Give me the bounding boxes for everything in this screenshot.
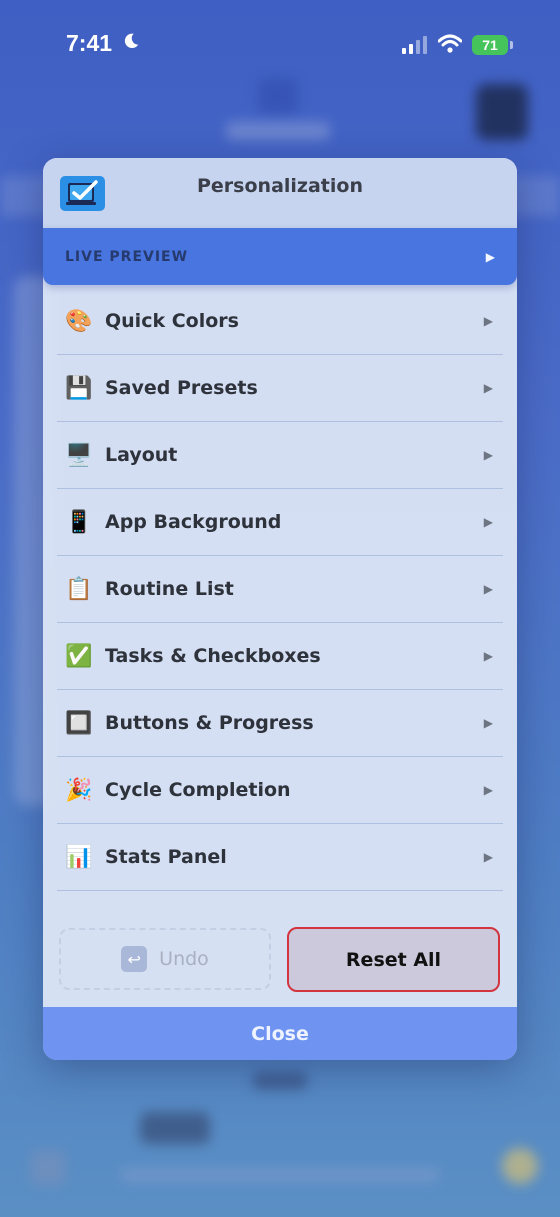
- status-bar: 7:41 71: [0, 0, 560, 90]
- chevron-right-icon: ▶: [483, 448, 493, 462]
- close-button[interactable]: Close: [43, 1007, 517, 1060]
- menu-item-cycle-completion[interactable]: 🎉 Cycle Completion ▶: [57, 757, 503, 824]
- palette-icon: 🎨: [65, 308, 93, 334]
- wifi-icon: [438, 34, 462, 53]
- square-button-icon: 🔲: [65, 710, 93, 736]
- chevron-right-icon: ▶: [483, 850, 493, 864]
- menu-item-buttons-progress[interactable]: 🔲 Buttons & Progress ▶: [57, 690, 503, 757]
- menu-item-app-background[interactable]: 📱 App Background ▶: [57, 489, 503, 556]
- menu-item-label: Saved Presets: [105, 377, 258, 399]
- battery-indicator: 71: [472, 35, 513, 55]
- background-moon-icon: [502, 1148, 538, 1184]
- cellular-signal-icon: [402, 36, 427, 54]
- undo-button[interactable]: ↩ Undo: [59, 928, 271, 990]
- menu-item-tasks-checkboxes[interactable]: ✅ Tasks & Checkboxes ▶: [57, 623, 503, 690]
- chevron-right-icon: ▶: [483, 515, 493, 529]
- monitor-icon: 🖥️: [65, 442, 93, 468]
- menu-item-label: Quick Colors: [105, 310, 239, 332]
- chevron-right-icon: ▶: [483, 716, 493, 730]
- bar-chart-icon: 📊: [65, 844, 93, 870]
- modal-title: Personalization: [197, 175, 363, 197]
- chevron-right-icon: ▶: [483, 783, 493, 797]
- chevron-right-icon: ▶: [483, 649, 493, 663]
- menu-item-label: Layout: [105, 444, 178, 466]
- menu-item-stats-panel[interactable]: 📊 Stats Panel ▶: [57, 824, 503, 891]
- background-pager-dots: [252, 1072, 308, 1090]
- menu-item-quick-colors[interactable]: 🎨 Quick Colors ▶: [57, 288, 503, 355]
- battery-level: 71: [482, 37, 498, 53]
- modal-actions: ↩ Undo Reset All: [59, 926, 501, 992]
- status-time: 7:41: [66, 30, 113, 56]
- menu-item-label: Stats Panel: [105, 846, 227, 868]
- background-menu-button: [476, 84, 528, 140]
- background-brush-icon: [30, 1150, 66, 1186]
- live-preview-label: LIVE PREVIEW: [65, 248, 189, 265]
- undo-icon: ↩: [121, 946, 148, 972]
- background-pill-button: [140, 1112, 210, 1144]
- chevron-right-icon: ▶: [483, 582, 493, 596]
- reset-all-label: Reset All: [345, 948, 442, 971]
- chevron-right-icon: ▶: [483, 314, 493, 328]
- menu-item-label: Buttons & Progress: [105, 712, 314, 734]
- chevron-right-icon: ▶: [483, 381, 493, 395]
- personalization-modal: Personalization LIVE PREVIEW ▶ 🎨 Quick C…: [43, 158, 517, 1060]
- menu-item-label: Tasks & Checkboxes: [105, 645, 321, 667]
- settings-menu-list: 🎨 Quick Colors ▶ 💾 Saved Presets ▶ 🖥️ La…: [57, 288, 503, 891]
- modal-header: Personalization: [43, 158, 517, 228]
- check-mark-icon: ✅: [65, 643, 93, 669]
- menu-item-label: App Background: [105, 511, 282, 533]
- undo-label: Undo: [159, 948, 209, 970]
- phone-icon: 📱: [65, 509, 93, 535]
- party-popper-icon: 🎉: [65, 777, 93, 803]
- floppy-disk-icon: 💾: [65, 375, 93, 401]
- close-label: Close: [251, 1022, 309, 1045]
- reset-all-button[interactable]: Reset All: [287, 927, 500, 992]
- background-app-title: [226, 122, 330, 140]
- menu-item-saved-presets[interactable]: 💾 Saved Presets ▶: [57, 355, 503, 422]
- menu-item-label: Routine List: [105, 578, 234, 600]
- moon-icon: [124, 33, 139, 49]
- menu-item-label: Cycle Completion: [105, 779, 291, 801]
- notepad-icon: 📋: [65, 576, 93, 602]
- chevron-right-icon: ▶: [485, 249, 495, 264]
- menu-item-layout[interactable]: 🖥️ Layout ▶: [57, 422, 503, 489]
- background-footer-text: [120, 1168, 440, 1182]
- live-preview-toggle[interactable]: LIVE PREVIEW ▶: [43, 228, 517, 285]
- menu-item-routine-list[interactable]: 📋 Routine List ▶: [57, 556, 503, 623]
